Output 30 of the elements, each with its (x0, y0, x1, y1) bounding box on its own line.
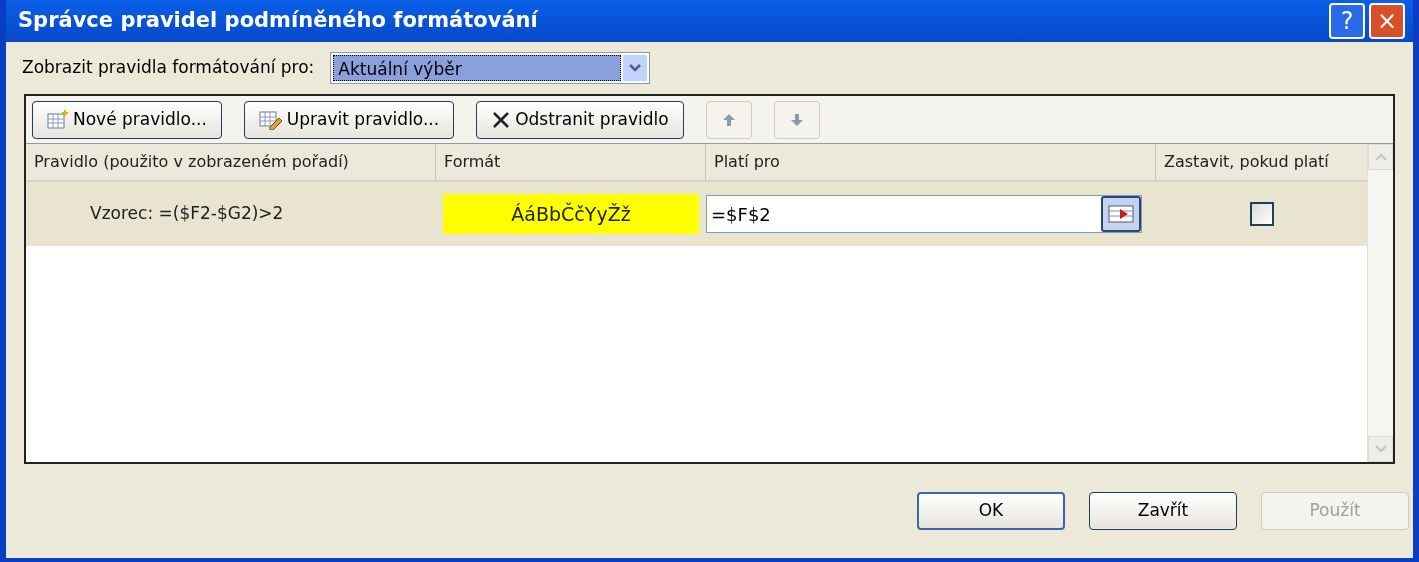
rule-text: Vzorec: =($F2-$G2)>2 (89, 202, 285, 226)
stop-checkbox[interactable] (1249, 202, 1274, 226)
table-pencil-icon (258, 109, 283, 130)
scroll-down-icon[interactable] (1368, 436, 1393, 462)
up-arrow-icon (721, 112, 736, 127)
dropdown-value: Aktuální výběr (333, 55, 622, 81)
edit-rule-button[interactable]: Upravit pravidlo... (243, 100, 455, 139)
scroll-up-icon[interactable] (1368, 144, 1393, 170)
new-rule-button[interactable]: Nové pravidlo... (32, 100, 222, 139)
delete-rule-button[interactable]: Odstranit pravidlo (476, 100, 684, 139)
scrollbar[interactable] (1367, 144, 1393, 462)
field-label: Zobrazit pravidla formátování pro: (22, 56, 315, 80)
rule-row[interactable]: Vzorec: =($F2-$G2)>2 ÁáBbČčYyŽž =$F$2 (26, 182, 1367, 246)
column-header[interactable]: Formát (436, 144, 706, 180)
window-title: Správce pravidel podmíněného formátování (17, 7, 538, 35)
field-value: =$F$2 (710, 202, 772, 227)
table-icon (47, 109, 69, 130)
help-button[interactable]: ? (1329, 3, 1365, 39)
dialog-button[interactable]: OK (917, 492, 1065, 530)
applies-to-field[interactable]: =$F$2 (706, 195, 1142, 233)
close-button[interactable]: × (1369, 3, 1405, 39)
dialog-button[interactable]: Zavřít (1089, 492, 1237, 530)
close-icon (491, 109, 512, 130)
down-arrow-icon (789, 112, 804, 127)
range-select-icon[interactable] (1101, 196, 1141, 232)
column-header[interactable]: Platí pro (706, 144, 1156, 180)
column-header[interactable]: Zastavit, pokud platí (1156, 144, 1367, 180)
column-header[interactable]: Pravidlo (použito v zobrazeném pořadí) (26, 144, 436, 180)
format-preview: ÁáBbČčYyŽž (443, 194, 699, 234)
rules-dropdown[interactable]: Aktuální výběr (330, 52, 651, 84)
